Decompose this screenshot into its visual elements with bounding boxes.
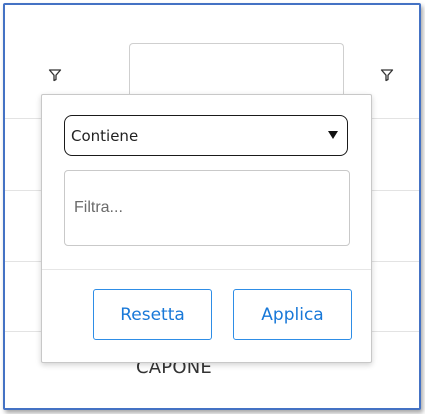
chevron-down-icon [328, 131, 338, 139]
reset-button[interactable]: Resetta [93, 289, 212, 340]
filter-funnel-icon [48, 69, 62, 82]
column-filter-input[interactable] [129, 43, 344, 95]
filter-value-input[interactable] [64, 170, 350, 246]
filter-funnel-icon [380, 69, 394, 82]
filter-popup: Contiene Resetta Applica [41, 94, 372, 363]
filter-operator-value: Contiene [71, 126, 139, 145]
popup-divider [42, 269, 371, 270]
filter-operator-select[interactable]: Contiene [64, 115, 348, 156]
column-filter-icon[interactable] [48, 68, 62, 82]
grid-frame: CAPONE Contiene Resetta Applica [3, 3, 421, 410]
apply-button[interactable]: Applica [233, 289, 352, 340]
column-filter-icon[interactable] [380, 68, 394, 82]
